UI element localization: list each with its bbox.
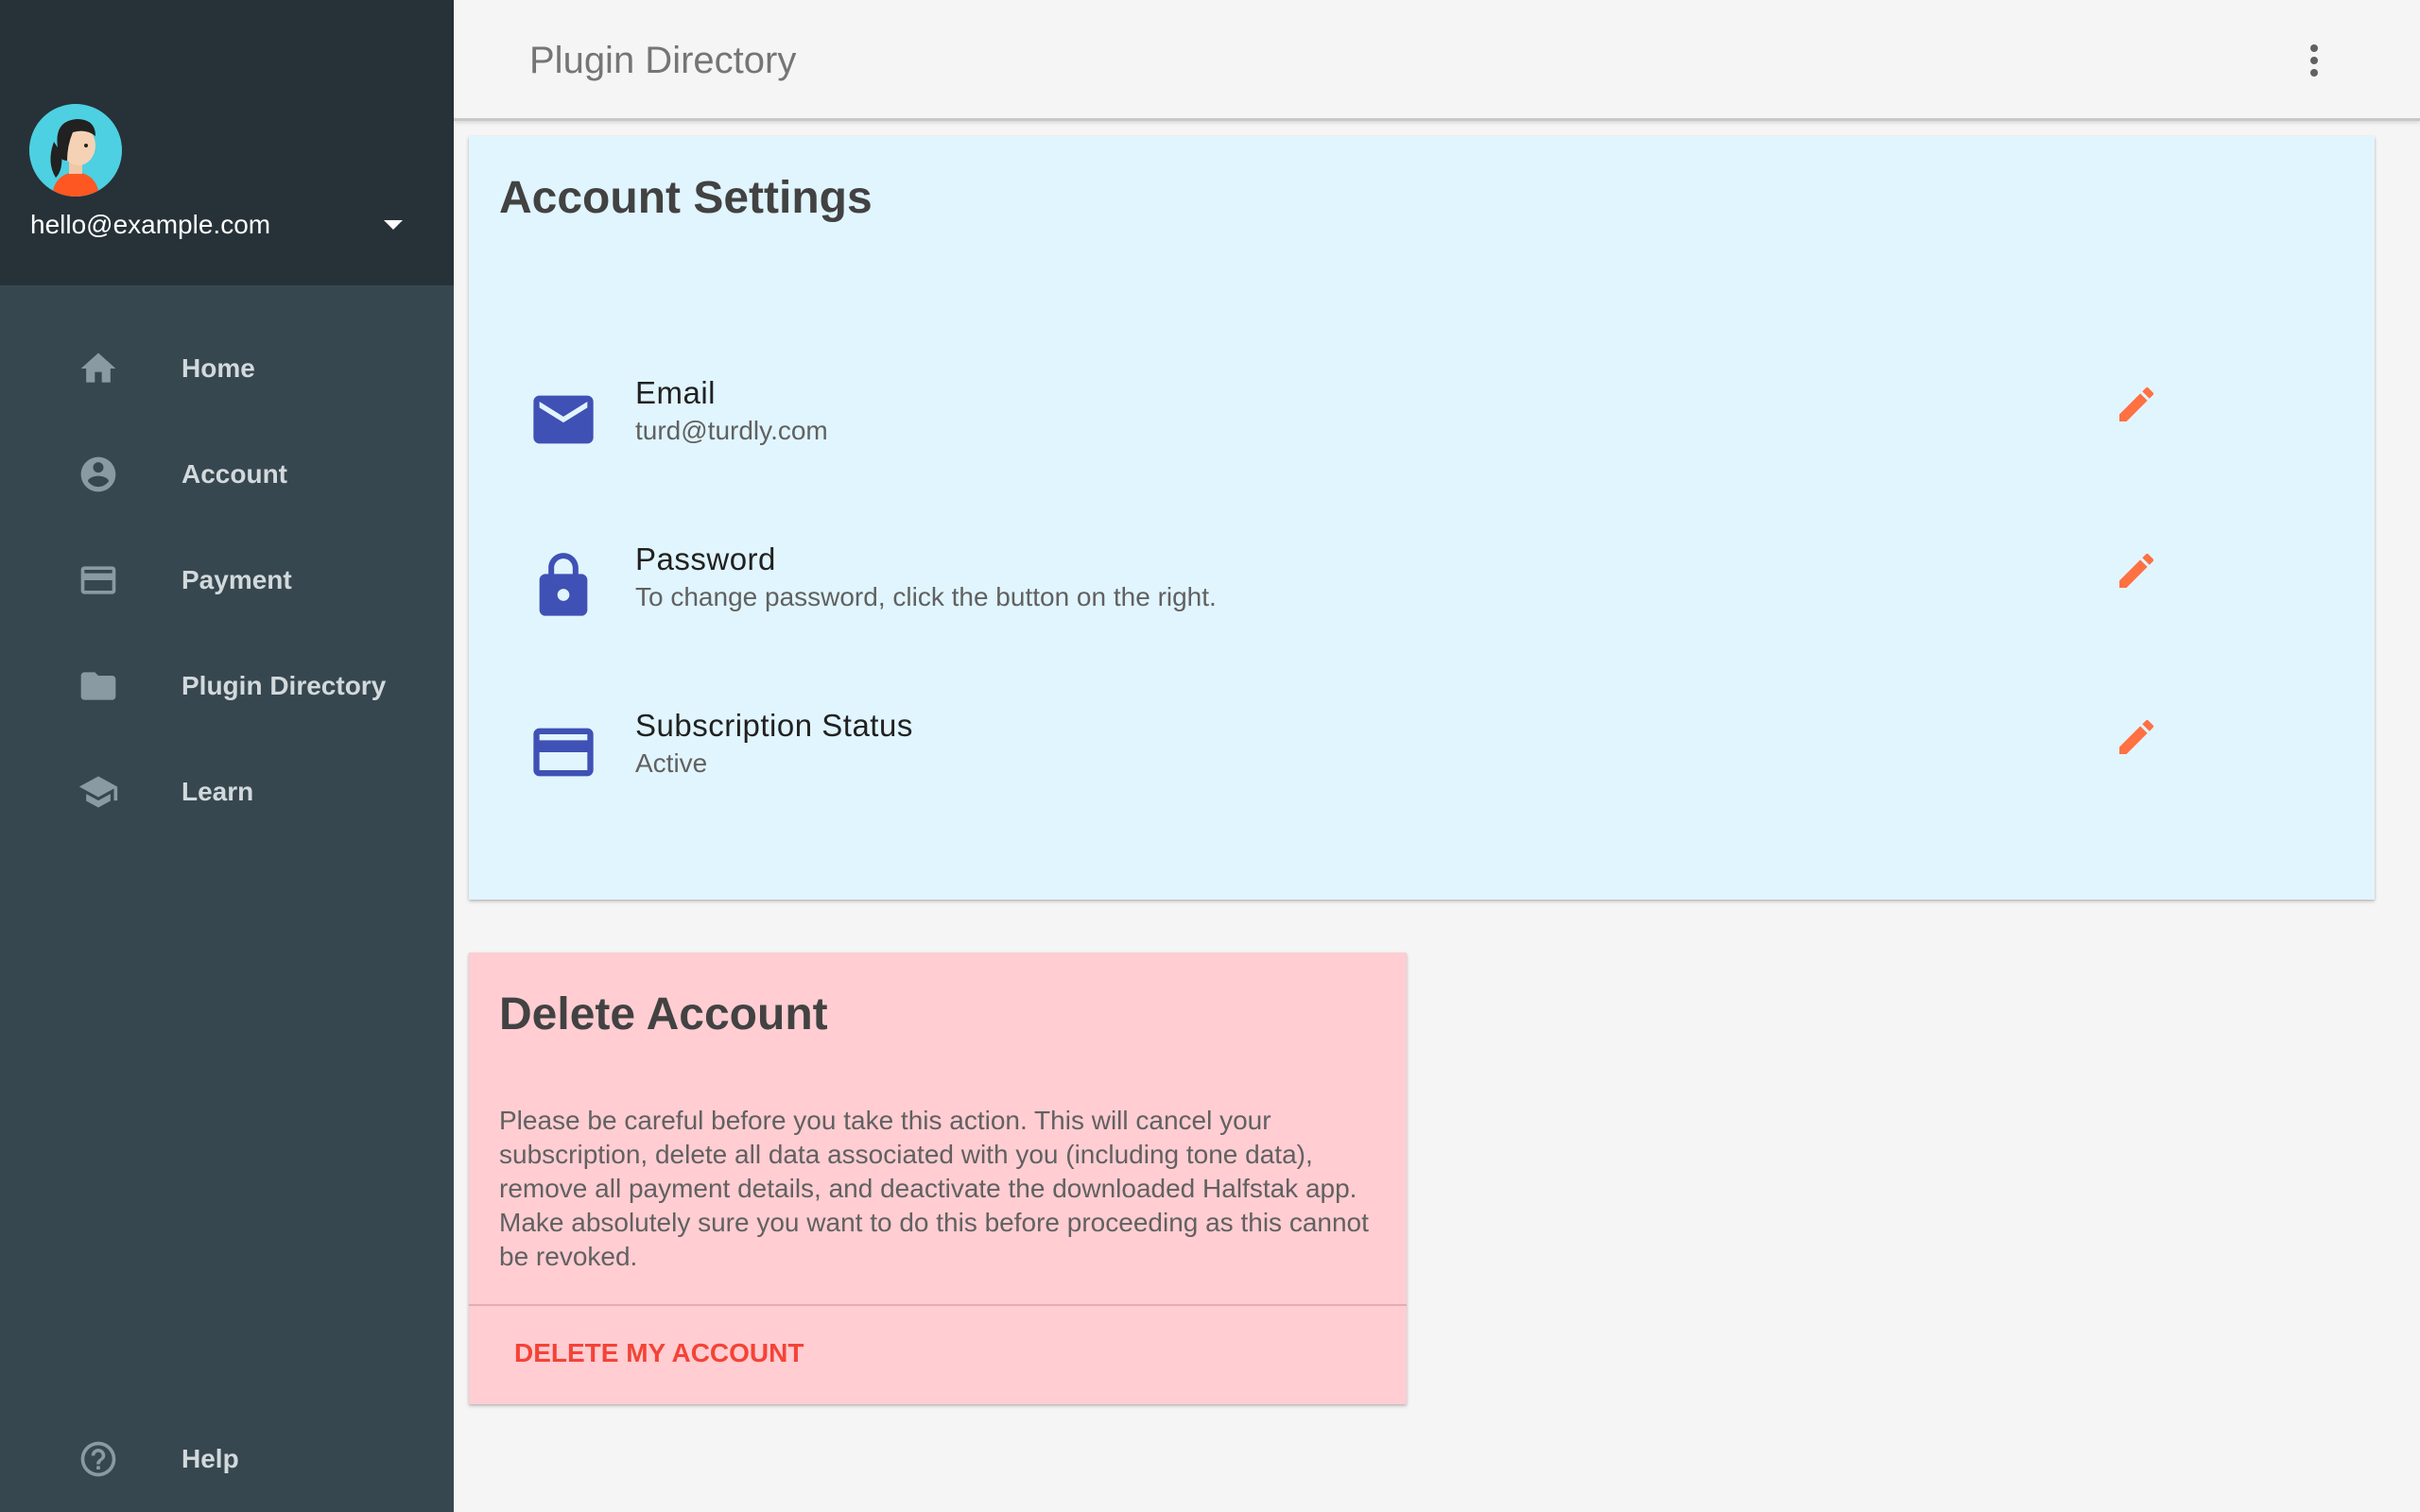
- edit-icon: [2119, 387, 2154, 421]
- folder-icon: [76, 667, 121, 705]
- more-vert-icon: [2310, 44, 2318, 77]
- credit-card-icon: [527, 716, 599, 788]
- arrow-drop-down-icon: [384, 220, 403, 230]
- sidebar-item-label: Plugin Directory: [182, 671, 387, 700]
- top-app-bar: Plugin Directory: [454, 0, 2420, 121]
- edit-icon: [2119, 553, 2154, 588]
- lock-icon: [527, 550, 599, 622]
- sidebar-item-home[interactable]: Home: [0, 321, 454, 416]
- edit-icon: [2119, 719, 2154, 754]
- sidebar-item-plugin-directory[interactable]: Plugin Directory: [0, 639, 454, 733]
- setting-row-password: Password To change password, click the b…: [469, 529, 2375, 643]
- setting-value: To change password, click the button on …: [635, 582, 1217, 611]
- avatar-image: [29, 104, 122, 197]
- setting-label: Password: [635, 541, 776, 576]
- delete-account-button[interactable]: DELETE MY ACCOUNT: [499, 1327, 819, 1380]
- setting-value: Active: [635, 748, 708, 778]
- account-circle-icon: [76, 455, 121, 493]
- sidebar-item-learn[interactable]: Learn: [0, 745, 454, 839]
- sidebar-item-help[interactable]: Help: [0, 1412, 454, 1506]
- sidebar: hello@example.com Home Account Payment P…: [0, 0, 454, 1512]
- setting-label: Subscription Status: [635, 708, 913, 743]
- card-divider: [469, 1304, 1407, 1306]
- delete-account-title: Delete Account: [499, 989, 828, 1040]
- sidebar-item-label: Payment: [182, 565, 292, 594]
- sidebar-item-label: Help: [182, 1444, 239, 1473]
- edit-password-button[interactable]: [2110, 544, 2163, 597]
- credit-card-icon: [76, 561, 121, 599]
- account-dropdown-button[interactable]: [371, 202, 416, 248]
- setting-label: Email: [635, 375, 717, 410]
- account-settings-card: Account Settings Email turd@turdly.com P…: [469, 136, 2375, 900]
- sidebar-item-account[interactable]: Account: [0, 427, 454, 522]
- sidebar-item-label: Learn: [182, 777, 254, 806]
- setting-value: turd@turdly.com: [635, 416, 828, 445]
- home-icon: [76, 350, 121, 387]
- sidebar-item-payment[interactable]: Payment: [0, 533, 454, 627]
- sidebar-item-label: Home: [182, 353, 255, 383]
- email-icon: [527, 384, 599, 455]
- avatar[interactable]: [29, 104, 122, 197]
- edit-email-button[interactable]: [2110, 378, 2163, 431]
- edit-subscription-button[interactable]: [2110, 711, 2163, 764]
- delete-account-card: Delete Account Please be careful before …: [469, 953, 1407, 1404]
- more-options-button[interactable]: [2288, 34, 2341, 87]
- page-title: Plugin Directory: [529, 40, 797, 81]
- user-email: hello@example.com: [30, 210, 271, 239]
- setting-row-email: Email turd@turdly.com: [469, 363, 2375, 476]
- help-icon: [76, 1440, 121, 1478]
- sidebar-header: hello@example.com: [0, 0, 454, 285]
- setting-row-subscription: Subscription Status Active: [469, 696, 2375, 809]
- delete-account-warning: Please be careful before you take this a…: [499, 1106, 1369, 1271]
- school-icon: [76, 773, 121, 811]
- account-settings-title: Account Settings: [499, 173, 873, 223]
- sidebar-item-label: Account: [182, 459, 287, 489]
